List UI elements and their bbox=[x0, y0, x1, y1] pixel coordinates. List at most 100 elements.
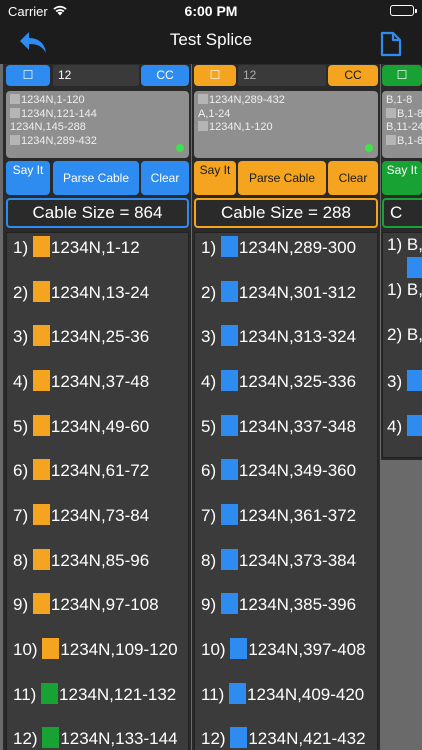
fiber-list[interactable]: 1) 1234N,1-12 2) 1234N,13-24 3) 1234N,25… bbox=[6, 232, 189, 750]
fiber-row[interactable]: 5) 1234N,337-348 bbox=[201, 415, 356, 437]
fiber-color-swatch bbox=[220, 459, 238, 480]
fiber-color-swatch bbox=[407, 257, 422, 278]
fiber-list[interactable]: 1) B,1-8 1) B,1-8 2) B,1-8 3) 4) bbox=[382, 232, 422, 458]
cable-size-label: Cable Size = 288 bbox=[194, 198, 378, 228]
select-checkbox[interactable]: ☐ bbox=[382, 65, 422, 86]
fiber-row[interactable]: 8) 1234N,85-96 bbox=[13, 549, 149, 571]
fiber-color-swatch bbox=[41, 683, 59, 704]
splice-column-1: ☐ 12 CC 1234N,1-120 1234N,121-144 1234N,… bbox=[3, 64, 191, 750]
status-indicator-dot bbox=[176, 144, 184, 152]
fiber-color-swatch bbox=[220, 549, 238, 570]
fiber-color-swatch bbox=[230, 638, 248, 659]
fiber-row[interactable]: 8) 1234N,373-384 bbox=[201, 549, 356, 571]
cable-list-item: A,1-24 bbox=[198, 107, 231, 120]
fiber-color-swatch bbox=[42, 727, 60, 748]
fiber-row[interactable] bbox=[407, 257, 422, 279]
fiber-color-swatch bbox=[32, 415, 50, 436]
fiber-color-swatch bbox=[32, 370, 50, 391]
fiber-color-swatch bbox=[42, 638, 60, 659]
select-checkbox[interactable]: ☐ bbox=[6, 65, 50, 86]
select-checkbox[interactable]: ☐ bbox=[194, 65, 236, 86]
fiber-row[interactable]: 4) bbox=[387, 415, 422, 437]
fiber-color-swatch bbox=[32, 281, 50, 302]
fiber-row[interactable]: 12) 1234N,421-432 bbox=[201, 727, 366, 749]
cable-color-swatch bbox=[10, 107, 20, 118]
fiber-color-swatch bbox=[32, 549, 50, 570]
status-bar: Carrier 6:00 PM bbox=[0, 0, 422, 22]
fiber-row[interactable]: 1) B,1-8 bbox=[387, 280, 422, 300]
fiber-color-swatch bbox=[220, 504, 238, 525]
fiber-row[interactable]: 6) 1234N,61-72 bbox=[13, 459, 149, 481]
fiber-color-swatch bbox=[220, 236, 238, 257]
clear-button[interactable]: Clear bbox=[141, 161, 189, 195]
cable-color-swatch bbox=[386, 134, 396, 145]
cable-color-swatch bbox=[386, 107, 396, 118]
fiber-row[interactable]: 5) 1234N,49-60 bbox=[13, 415, 149, 437]
say-it-button[interactable]: Say It bbox=[382, 161, 422, 195]
fiber-row[interactable]: 1) 1234N,1-12 bbox=[13, 236, 140, 258]
cable-list-item: B,1-8 bbox=[386, 94, 413, 106]
fiber-row[interactable]: 9) 1234N,97-108 bbox=[13, 593, 159, 615]
fiber-count-input[interactable]: 12 bbox=[53, 65, 139, 86]
fiber-row[interactable]: 2) 1234N,301-312 bbox=[201, 281, 356, 303]
fiber-row[interactable]: 6) 1234N,349-360 bbox=[201, 459, 356, 481]
cc-button[interactable]: CC bbox=[328, 65, 378, 86]
fiber-row[interactable]: 11) 1234N,409-420 bbox=[201, 683, 364, 705]
cable-color-swatch bbox=[198, 94, 208, 104]
cable-list[interactable]: 1234N,289-432 A,1-24 1234N,1-120 bbox=[194, 91, 378, 158]
cable-list[interactable]: B,1-8 B,1-8 B,11-24 B,1-8 bbox=[382, 91, 422, 158]
parse-cable-button[interactable]: Parse Cable bbox=[238, 161, 326, 195]
cable-list-item: B,11-24 bbox=[386, 121, 422, 133]
cable-list-item: 1234N,1-120 bbox=[10, 94, 185, 108]
say-it-button[interactable]: Say It bbox=[194, 161, 236, 195]
cc-button[interactable]: CC bbox=[141, 65, 189, 86]
fiber-row[interactable]: 2) 1234N,13-24 bbox=[13, 281, 149, 303]
parse-cable-button[interactable]: Parse Cable bbox=[53, 161, 139, 195]
fiber-count-input[interactable]: 12 bbox=[238, 65, 326, 86]
fiber-row[interactable]: 2) B,1-8 bbox=[387, 325, 422, 345]
fiber-row[interactable]: 12) 1234N,133-144 bbox=[13, 727, 178, 749]
fiber-color-swatch bbox=[220, 281, 238, 302]
clock: 6:00 PM bbox=[184, 3, 238, 19]
clear-button[interactable]: Clear bbox=[328, 161, 378, 195]
cable-list-item: 1234N,1-120 bbox=[198, 121, 374, 135]
fiber-row[interactable]: 1) B,1-8 bbox=[387, 235, 422, 255]
fiber-color-swatch bbox=[220, 593, 238, 614]
fiber-row[interactable]: 3) bbox=[387, 370, 422, 392]
cable-list-item: 1234N,289-432 bbox=[198, 94, 374, 108]
cable-color-swatch bbox=[10, 94, 20, 104]
fiber-color-swatch bbox=[230, 727, 248, 748]
cable-color-swatch bbox=[198, 121, 208, 131]
fiber-list[interactable]: 1) 1234N,289-300 2) 1234N,301-312 3) 123… bbox=[194, 232, 378, 750]
fiber-color-swatch bbox=[32, 459, 50, 480]
fiber-row[interactable]: 10) 1234N,109-120 bbox=[13, 638, 178, 660]
fiber-row[interactable]: 10) 1234N,397-408 bbox=[201, 638, 366, 660]
navigation-bar: Test Splice bbox=[0, 22, 422, 64]
splice-column-2: ☐ 12 CC 1234N,289-432 A,1-24 1234N,1-120… bbox=[192, 64, 380, 750]
fiber-color-swatch bbox=[229, 683, 247, 704]
splice-column-3: ☐ B,1-8 B,1-8 B,11-24 B,1-8 Say It C 1) … bbox=[381, 64, 422, 460]
fiber-row[interactable]: 7) 1234N,361-372 bbox=[201, 504, 356, 526]
fiber-row[interactable]: 4) 1234N,37-48 bbox=[13, 370, 149, 392]
cable-list[interactable]: 1234N,1-120 1234N,121-144 1234N,145-288 … bbox=[6, 91, 189, 158]
fiber-row[interactable]: 9) 1234N,385-396 bbox=[201, 593, 356, 615]
fiber-color-swatch bbox=[406, 370, 422, 391]
fiber-row[interactable]: 3) 1234N,25-36 bbox=[13, 325, 149, 347]
cable-list-item: 1234N,121-144 bbox=[10, 107, 185, 122]
say-it-button[interactable]: Say It bbox=[6, 161, 50, 195]
cable-list-item: B,1-8 bbox=[386, 134, 422, 149]
app-screen: Carrier 6:00 PM Test Splice ☐ 12 CC 1234… bbox=[0, 0, 422, 750]
fiber-color-swatch bbox=[32, 504, 50, 525]
fiber-row[interactable]: 4) 1234N,325-336 bbox=[201, 370, 356, 392]
fiber-row[interactable]: 3) 1234N,313-324 bbox=[201, 325, 356, 347]
document-icon[interactable] bbox=[380, 31, 402, 57]
cable-size-label: C bbox=[382, 198, 422, 228]
fiber-color-swatch bbox=[220, 325, 238, 346]
fiber-row[interactable]: 11) 1234N,121-132 bbox=[13, 683, 176, 705]
fiber-row[interactable]: 1) 1234N,289-300 bbox=[201, 236, 356, 258]
status-indicator-dot bbox=[365, 144, 373, 152]
fiber-color-swatch bbox=[32, 593, 50, 614]
cable-list-item: B,1-8 bbox=[386, 107, 422, 122]
fiber-color-swatch bbox=[406, 415, 422, 436]
fiber-row[interactable]: 7) 1234N,73-84 bbox=[13, 504, 149, 526]
